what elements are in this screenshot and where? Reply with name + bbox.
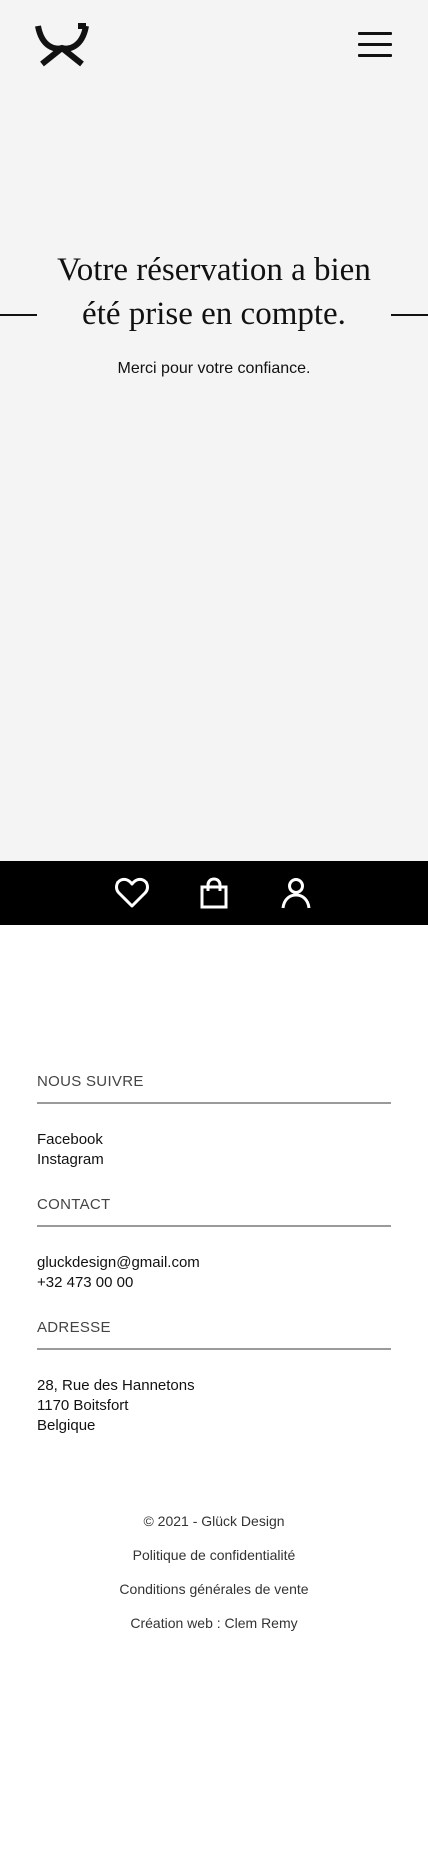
contact-email[interactable]: gluckdesign@gmail.com (37, 1253, 391, 1273)
follow-section: NOUS SUIVRE Facebook Instagram (37, 1073, 391, 1170)
address-street: 28, Rue des Hannetons (37, 1377, 195, 1394)
confirmation-title: Votre réservation a bien été prise en co… (57, 252, 371, 332)
menu-line (358, 54, 392, 57)
wishlist-button[interactable] (114, 875, 150, 911)
address-section-title: ADRESSE (37, 1319, 391, 1350)
facebook-link[interactable]: Facebook (37, 1130, 391, 1150)
confirmation-subtitle: Merci pour votre confiance. (117, 360, 311, 377)
contact-section-title: CONTACT (37, 1196, 391, 1227)
gluck-logo-icon (35, 23, 89, 67)
bottom-icon-bar (0, 861, 428, 925)
address-city: 1170 Boitsfort (37, 1397, 129, 1414)
address-country: Belgique (37, 1417, 96, 1434)
copyright-text: © 2021 - Glück Design (143, 1513, 285, 1529)
cart-button[interactable] (196, 875, 232, 911)
follow-section-title: NOUS SUIVRE (37, 1073, 391, 1104)
instagram-link[interactable]: Instagram (37, 1150, 391, 1170)
address-section: ADRESSE 28, Rue des Hannetons 1170 Boits… (37, 1319, 391, 1436)
account-button[interactable] (278, 875, 314, 911)
privacy-policy-link[interactable]: Politique de confidentialité (37, 1546, 391, 1564)
web-credit-link[interactable]: Création web : Clem Remy (37, 1614, 391, 1632)
contact-section: CONTACT gluckdesign@gmail.com +32 473 00… (37, 1196, 391, 1293)
confirmation-hero: Votre réservation a bien été prise en co… (0, 248, 428, 378)
site-logo[interactable] (34, 22, 90, 68)
contact-phone[interactable]: +32 473 00 00 (37, 1273, 391, 1293)
menu-line (358, 32, 392, 35)
page-top-section: Votre réservation a bien été prise en co… (0, 0, 428, 861)
heart-icon (115, 877, 149, 908)
legal-links: © 2021 - Glück Design Politique de confi… (37, 1512, 391, 1632)
site-footer: NOUS SUIVRE Facebook Instagram CONTACT g… (0, 925, 428, 1632)
decorative-rule-right (391, 314, 428, 316)
user-icon (281, 878, 311, 909)
shopping-bag-icon (200, 877, 228, 909)
decorative-rule-left (0, 314, 37, 316)
menu-button[interactable] (358, 32, 392, 58)
terms-link[interactable]: Conditions générales de vente (37, 1580, 391, 1598)
menu-line (358, 43, 392, 46)
